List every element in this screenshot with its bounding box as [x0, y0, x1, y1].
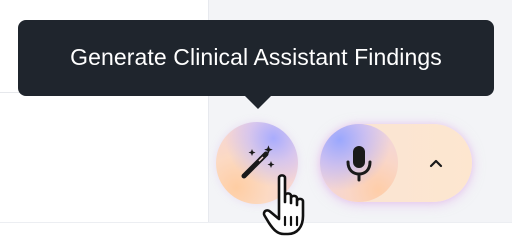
microphone-icon	[346, 146, 372, 182]
microphone-button[interactable]	[320, 124, 398, 202]
expand-options-button[interactable]	[416, 143, 456, 183]
chevron-up-icon	[429, 159, 443, 168]
tooltip-arrow	[245, 96, 271, 109]
tooltip: Generate Clinical Assistant Findings	[18, 20, 494, 96]
dictation-control	[320, 124, 472, 202]
bottom-bar	[0, 222, 512, 240]
tooltip-text: Generate Clinical Assistant Findings	[70, 43, 442, 70]
generate-findings-button[interactable]	[216, 122, 298, 204]
magic-wand-icon	[241, 145, 275, 179]
